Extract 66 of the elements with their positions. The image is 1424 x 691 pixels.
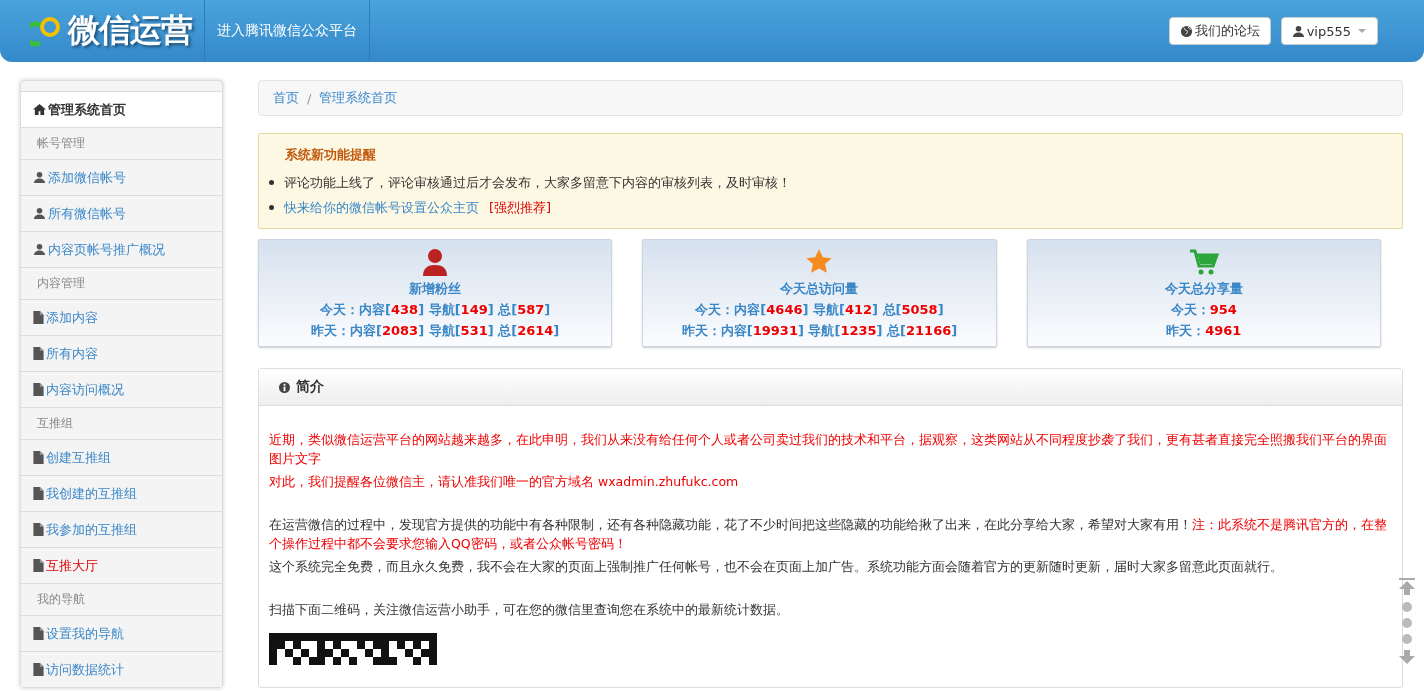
file-icon — [33, 627, 44, 640]
breadcrumb-link[interactable]: 首页 — [273, 89, 299, 107]
breadcrumb-link[interactable]: 管理系统首页 — [319, 89, 398, 107]
dot-icon[interactable] — [1402, 634, 1412, 644]
stat-line: 昨天：4961 — [1166, 322, 1242, 340]
sidebar-item[interactable]: 创建互推组 — [21, 439, 222, 475]
sidebar-item[interactable]: 内容页帐号推广概况 — [21, 231, 222, 267]
notice-tag: [强烈推荐] — [489, 198, 552, 217]
scroll-down-icon[interactable] — [1398, 650, 1416, 664]
stat-title: 今天总分享量 — [1164, 280, 1243, 298]
home-icon — [33, 103, 46, 116]
sidebar-item[interactable]: 内容访问概况 — [21, 371, 222, 407]
file-icon — [33, 451, 44, 464]
scroll-top-icon[interactable] — [1398, 578, 1416, 596]
user-icon — [1291, 24, 1305, 38]
sidebar-item[interactable]: 所有内容 — [21, 335, 222, 371]
dot-icon[interactable] — [1402, 602, 1412, 612]
notice-text: 评论功能上线了，评论审核通过后才会发布，大家多留意下内容的审核列表，及时审核！ — [284, 173, 791, 192]
bullet-icon — [269, 180, 274, 185]
dot-icon[interactable] — [1402, 618, 1412, 628]
stat-title: 新增粉丝 — [409, 280, 462, 298]
user-icon — [33, 243, 46, 256]
stat-line: 今天：内容[4646] 导航[412] 总[5058] — [695, 301, 944, 319]
file-icon — [33, 487, 44, 500]
stat-line: 今天：内容[438] 导航[149] 总[587] — [320, 301, 551, 319]
sidebar-item[interactable]: 添加内容 — [21, 299, 222, 335]
sidebar-item[interactable]: 添加微信帐号 — [21, 159, 222, 195]
bullet-icon — [269, 205, 274, 210]
stat-line: 今天：954 — [1170, 301, 1237, 319]
paragraph: 这个系统完全免费，而且永久免费，我不会在大家的页面上强制推广任何帐号，也不会在页面上加广告。系统功能方面会随着官方的更新随时更新，届时大家多留意此页面就行。 — [269, 558, 1284, 576]
user-icon — [33, 171, 46, 184]
info-icon — [279, 381, 290, 393]
stat-line: 昨天：内容[2083] 导航[531] 总[2614] — [311, 322, 560, 340]
sidebar-item[interactable]: 管理系统首页 — [21, 91, 222, 127]
notice-link[interactable]: 快来给你的微信帐号设置公众主页 — [284, 198, 479, 217]
user-icon — [33, 207, 46, 220]
file-icon — [33, 559, 44, 572]
paragraph: 扫描下面二维码，关注微信运营小助手，可在您的微信里查询您在系统中的最新统计数据。 — [269, 601, 790, 619]
star-icon — [805, 248, 834, 276]
file-icon — [33, 347, 44, 360]
sidebar-item[interactable]: 访问数据统计 — [21, 651, 222, 687]
paragraph: 近期，类似微信运营平台的网站越来越多，在此申明，我们从来没有给任何个人或者公司卖过我们的技术和平台，据观察，这类网站从不同程度抄袭了我们，更有甚者直接完全照搬我们平台的界面图片文字 — [269, 431, 1388, 468]
stat-line: 昨天：内容[19931] 导航[1235] 总[21166] — [681, 322, 958, 340]
logo-text: 微信运营 — [68, 10, 192, 51]
stat-title: 今天总访问量 — [780, 280, 859, 298]
sidebar-item[interactable]: 所有微信帐号 — [21, 195, 222, 231]
notice-title: 系统新功能提醒 — [285, 146, 377, 164]
globe-icon — [1179, 24, 1193, 38]
nav-link[interactable]: 进入腾讯微信公众平台 — [205, 0, 370, 62]
cart-icon — [1188, 248, 1219, 276]
file-icon — [33, 523, 44, 536]
sidebar-item[interactable]: 互推大厅 — [21, 547, 222, 583]
file-icon — [33, 383, 44, 396]
sidebar-item[interactable]: 我创建的互推组 — [21, 475, 222, 511]
breadcrumb-separator: / — [307, 90, 312, 106]
sidebar-item[interactable]: 设置我的导航 — [21, 615, 222, 651]
file-icon — [33, 663, 44, 676]
panel-title: 简介 — [296, 378, 324, 396]
file-icon — [33, 311, 44, 324]
user-menu-button[interactable]: vip555 — [1280, 17, 1378, 45]
paragraph: 对此，我们提醒各位微信主，请认准我们唯一的官方域名 wxadmin.zhufukc.com — [269, 473, 740, 491]
paragraph: 在运营微信的过程中，发现官方提供的功能中有各种限制，还有各种隐藏功能，花了不少时间把这些隐藏的功能给揪了出来，在此分享给大家，希望对大家有用！注：此系统不是腾讯官方的，在整个操作过程中都不会要求您输入QQ密码，或者公众帐号密码！ — [269, 516, 1388, 553]
caret-icon — [1357, 28, 1367, 34]
sidebar-item[interactable]: 我参加的互推组 — [21, 511, 222, 547]
person-icon — [421, 248, 450, 276]
forum-button[interactable]: 我们的论坛 — [1168, 17, 1271, 45]
